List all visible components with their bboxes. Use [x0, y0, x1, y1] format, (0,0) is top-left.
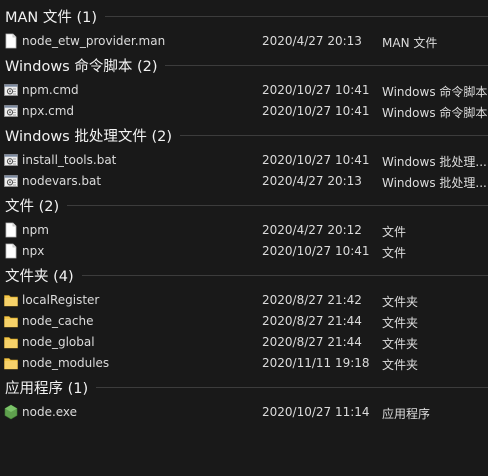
script-icon — [4, 173, 18, 189]
file-type: 文件夹 — [382, 295, 419, 309]
modified-date: 2020/11/11 19:18 — [262, 356, 370, 370]
file-type: 文件 — [382, 225, 407, 239]
group-header[interactable]: Windows 命令脚本 (2) — [0, 54, 488, 76]
file-type: Windows 命令脚本 — [382, 106, 488, 120]
group-divider — [179, 134, 488, 136]
file-row-node-global[interactable]: node_global 2020/8/27 21:44 文件夹 — [0, 332, 488, 352]
modified-date: 2020/10/27 11:14 — [262, 405, 370, 419]
modified-date: 2020/4/27 20:12 — [262, 223, 362, 237]
group-title: Windows 批处理文件 (2) — [5, 128, 172, 145]
group-title: 应用程序 (1) — [5, 380, 89, 397]
modified-date: 2020/10/27 10:41 — [262, 244, 370, 258]
file-name: npm.cmd — [22, 83, 79, 97]
file-type: 应用程序 — [382, 407, 431, 421]
file-row-npx-cmd[interactable]: npx.cmd 2020/10/27 10:41 Windows 命令脚本 — [0, 101, 488, 121]
file-row-node-exe[interactable]: node.exe 2020/10/27 11:14 应用程序 — [0, 402, 488, 422]
group-header[interactable]: 文件夹 (4) — [0, 264, 488, 286]
file-type: 文件 — [382, 246, 407, 260]
modified-date: 2020/4/27 20:13 — [262, 174, 362, 188]
file-row-npx[interactable]: npx 2020/10/27 10:41 文件 — [0, 241, 488, 261]
file-name: npx.cmd — [22, 104, 75, 118]
file-name: node_cache — [22, 314, 94, 328]
file-type: Windows 批处理... — [382, 176, 487, 190]
file-row-npm-cmd[interactable]: npm.cmd 2020/10/27 10:41 Windows 命令脚本 — [0, 80, 488, 100]
file-type: 文件夹 — [382, 358, 419, 372]
application-icon — [4, 404, 18, 420]
file-name: node.exe — [22, 405, 78, 419]
file-name: npm — [22, 223, 49, 237]
file-type: Windows 批处理... — [382, 155, 487, 169]
file-type: 文件夹 — [382, 316, 419, 330]
script-icon — [4, 152, 18, 168]
modified-date: 2020/10/27 10:41 — [262, 104, 370, 118]
folder-icon — [4, 313, 18, 329]
file-row-nodevars-bat[interactable]: nodevars.bat 2020/4/27 20:13 Windows 批处理… — [0, 171, 488, 191]
file-name: npx — [22, 244, 45, 258]
group-divider — [105, 15, 488, 17]
group-title: 文件夹 (4) — [5, 268, 74, 285]
script-icon — [4, 103, 18, 119]
group-header[interactable]: MAN 文件 (1) — [0, 5, 488, 27]
file-type: 文件夹 — [382, 337, 419, 351]
file-row-npm[interactable]: npm 2020/4/27 20:12 文件 — [0, 220, 488, 240]
file-name: node_etw_provider.man — [22, 34, 166, 48]
file-name: install_tools.bat — [22, 153, 117, 167]
group-divider — [165, 64, 488, 66]
script-icon — [4, 82, 18, 98]
modified-date: 2020/4/27 20:13 — [262, 34, 362, 48]
file-name: node_global — [22, 335, 95, 349]
file-type: MAN 文件 — [382, 36, 438, 50]
file-icon — [4, 243, 18, 259]
modified-date: 2020/10/27 10:41 — [262, 83, 370, 97]
modified-date: 2020/8/27 21:44 — [262, 335, 362, 349]
file-row-node-modules[interactable]: node_modules 2020/11/11 19:18 文件夹 — [0, 353, 488, 373]
group-header[interactable]: Windows 批处理文件 (2) — [0, 124, 488, 146]
file-row-localregister[interactable]: localRegister 2020/8/27 21:42 文件夹 — [0, 290, 488, 310]
group-title: MAN 文件 (1) — [5, 9, 98, 26]
modified-date: 2020/10/27 10:41 — [262, 153, 370, 167]
modified-date: 2020/8/27 21:42 — [262, 293, 362, 307]
folder-icon — [4, 355, 18, 371]
file-name: node_modules — [22, 356, 110, 370]
group-title: Windows 命令脚本 (2) — [5, 58, 158, 75]
file-row-install-tools-bat[interactable]: install_tools.bat 2020/10/27 10:41 Windo… — [0, 150, 488, 170]
file-type: Windows 命令脚本 — [382, 85, 488, 99]
group-title: 文件 (2) — [5, 198, 60, 215]
group-header[interactable]: 文件 (2) — [0, 194, 488, 216]
file-row-node-etw-provider-man[interactable]: node_etw_provider.man 2020/4/27 20:13 MA… — [0, 31, 488, 51]
modified-date: 2020/8/27 21:44 — [262, 314, 362, 328]
group-divider — [81, 274, 488, 276]
file-name: nodevars.bat — [22, 174, 102, 188]
group-divider — [96, 386, 488, 388]
group-header[interactable]: 应用程序 (1) — [0, 376, 488, 398]
file-icon — [4, 33, 18, 49]
folder-icon — [4, 334, 18, 350]
file-row-node-cache[interactable]: node_cache 2020/8/27 21:44 文件夹 — [0, 311, 488, 331]
group-divider — [67, 204, 488, 206]
folder-icon — [4, 292, 18, 308]
file-icon — [4, 222, 18, 238]
file-name: localRegister — [22, 293, 100, 307]
